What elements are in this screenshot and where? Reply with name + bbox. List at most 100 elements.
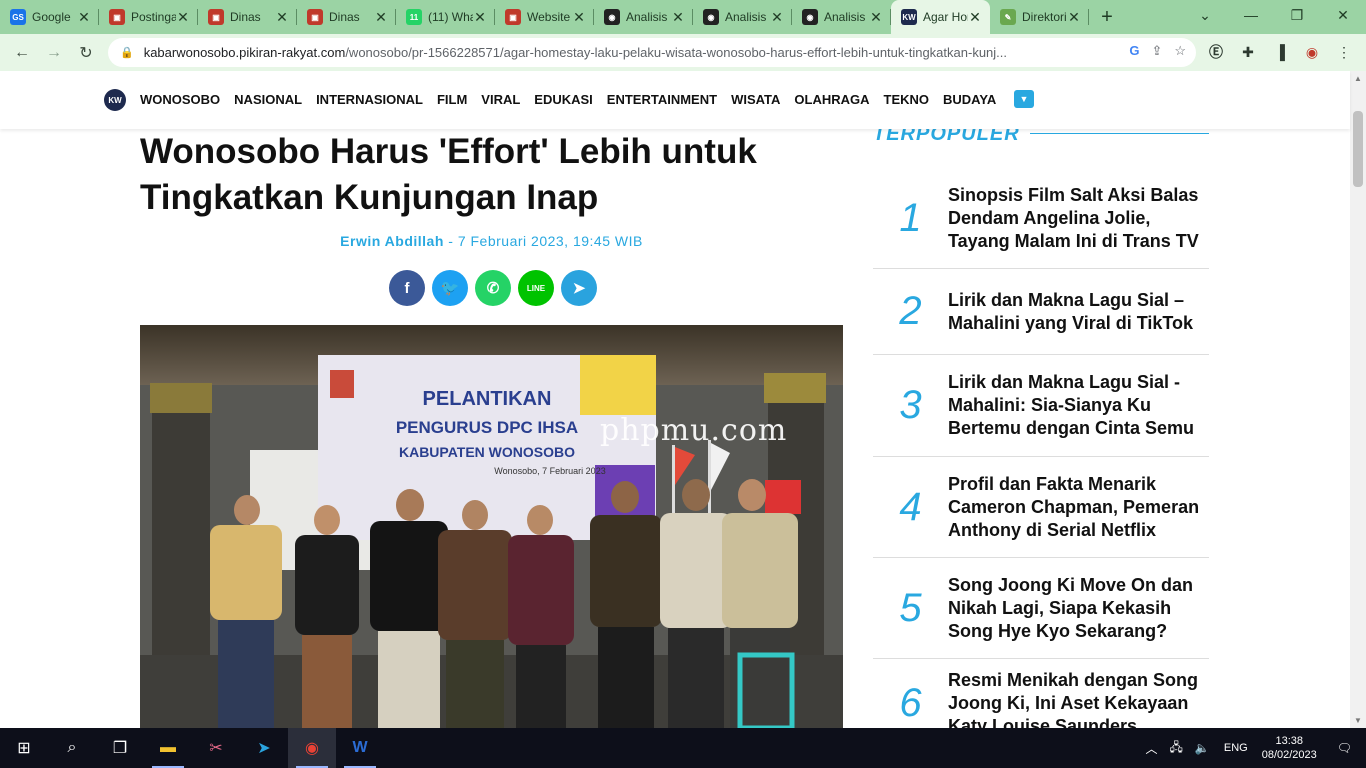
tab-close-icon[interactable]: ✕ <box>1067 9 1081 26</box>
language-indicator[interactable]: ENG <box>1224 742 1248 754</box>
restore-button[interactable]: ❐ <box>1274 0 1320 30</box>
nav-item[interactable]: WISATA <box>731 92 780 107</box>
tab-title: Google <box>32 10 71 24</box>
site-logo[interactable]: KW <box>104 89 126 111</box>
browser-tab[interactable]: 11 (11) WhatsApp✕ <box>396 0 495 34</box>
banner-date: Wonosobo, 7 Februari 2023 <box>494 466 605 476</box>
browser-tab[interactable]: ◉ Analisis ✕ <box>693 0 792 34</box>
url-host: kabarwonosobo.pikiran-rakyat.com <box>143 45 346 60</box>
browser-tab[interactable]: ◉ Analisis ✕ <box>594 0 693 34</box>
snipping-tool-icon[interactable]: ✂ <box>192 728 240 768</box>
nav-item[interactable]: VIRAL <box>481 92 520 107</box>
browser-tab[interactable]: ✎ Direktori ✕ <box>990 0 1089 34</box>
new-tab-button[interactable]: + <box>1089 0 1125 34</box>
task-view-icon[interactable]: ❐ <box>96 728 144 768</box>
nav-item[interactable]: INTERNASIONAL <box>316 92 423 107</box>
scrollbar-thumb[interactable] <box>1353 111 1363 187</box>
nav-item[interactable]: FILM <box>437 92 467 107</box>
tab-close-icon[interactable]: ✕ <box>572 9 586 26</box>
extensions-puzzle-icon[interactable]: ✚ <box>1236 37 1260 67</box>
scroll-down-icon[interactable]: ▼ <box>1354 716 1362 725</box>
bookmark-star-icon[interactable]: ☆ <box>1174 43 1186 59</box>
reload-button[interactable]: ↻ <box>70 37 102 69</box>
tab-title: (11) WhatsApp <box>428 10 473 24</box>
popular-title-link[interactable]: Profil dan Fakta Menarik Cameron Chapman… <box>948 473 1209 542</box>
page-scrollbar[interactable]: ▲ ▼ <box>1350 71 1366 728</box>
search-icon[interactable]: ⌕ <box>48 728 96 768</box>
popular-item[interactable]: 4 Profil dan Fakta Menarik Cameron Chapma… <box>873 457 1209 558</box>
popular-item[interactable]: 6 Resmi Menikah dengan Song Joong Ki, Ini… <box>873 659 1209 728</box>
browser-tab[interactable]: KW Agar Homestay✕ <box>891 0 990 34</box>
banner-emblem <box>330 370 354 398</box>
tab-close-icon[interactable]: ✕ <box>374 9 388 26</box>
popular-item[interactable]: 3 Lirik dan Makna Lagu Sial - Mahalini: S… <box>873 355 1209 457</box>
popular-item[interactable]: 1 Sinopsis Film Salt Aksi Balas Dendam An… <box>873 169 1209 269</box>
tab-close-icon[interactable]: ✕ <box>869 9 883 26</box>
nav-item[interactable]: NASIONAL <box>234 92 302 107</box>
telegram-share-button[interactable]: ➤ <box>561 270 597 306</box>
line-share-button[interactable]: LINE <box>518 270 554 306</box>
nav-dropdown-icon[interactable]: ▼ <box>1014 90 1034 108</box>
tray-chevron-icon[interactable]: ︿ <box>1146 740 1158 757</box>
close-window-button[interactable]: ✕ <box>1320 0 1366 30</box>
author-link[interactable]: Erwin Abdillah <box>340 233 444 249</box>
telegram-icon[interactable]: ➤ <box>240 728 288 768</box>
side-panel-icon[interactable]: ▐ <box>1268 37 1292 67</box>
chrome-icon[interactable]: ◉ <box>288 728 336 768</box>
tab-close-icon[interactable]: ✕ <box>770 9 784 26</box>
share-icon[interactable]: ⇪ <box>1151 43 1162 59</box>
browser-tab[interactable]: ▣ Postingan✕ <box>99 0 198 34</box>
file-explorer-icon[interactable]: ▬ <box>144 728 192 768</box>
browser-tab[interactable]: ▣ Website ✕ <box>495 0 594 34</box>
tab-close-icon[interactable]: ✕ <box>176 9 190 26</box>
browser-tab[interactable]: ▣ Dinas ✕ <box>198 0 297 34</box>
popular-rank: 3 <box>899 383 922 427</box>
windows-start-icon[interactable]: ⊞ <box>0 728 48 768</box>
network-icon[interactable]: 🖧 <box>1170 738 1183 759</box>
nav-item[interactable]: ENTERTAINMENT <box>607 92 717 107</box>
nav-item[interactable]: WONOSOBO <box>140 92 220 107</box>
whatsapp-icon: 11 <box>406 9 422 25</box>
nav-item[interactable]: BUDAYA <box>943 92 996 107</box>
menu-dots-icon[interactable]: ⋮ <box>1332 37 1356 67</box>
browser-tab-strip: GSGoogle✕▣Postingan✕▣Dinas✕▣Dinas✕11(11)… <box>0 0 1366 34</box>
popular-title-link[interactable]: Sinopsis Film Salt Aksi Balas Dendam Ang… <box>948 184 1209 253</box>
tab-close-icon[interactable]: ✕ <box>77 9 91 26</box>
popular-rank: 2 <box>899 289 922 333</box>
popular-item[interactable]: 2 Lirik dan Makna Lagu Sial – Mahalini ya… <box>873 269 1209 355</box>
nav-item[interactable]: EDUKASI <box>534 92 593 107</box>
popular-title-link[interactable]: Lirik dan Makna Lagu Sial - Mahalini: Si… <box>948 371 1209 440</box>
banner-line2: PENGURUS DPC IHSA <box>396 418 578 437</box>
address-bar[interactable]: 🔒 kabarwonosobo.pikiran-rakyat.com/wonos… <box>108 38 1196 67</box>
google-icon[interactable]: G <box>1129 43 1139 59</box>
extension-e-icon[interactable]: Ⓔ <box>1204 37 1228 67</box>
nav-item[interactable]: TEKNO <box>884 92 930 107</box>
popular-item[interactable]: 5 Song Joong Ki Move On dan Nikah Lagi, S… <box>873 558 1209 659</box>
notifications-icon[interactable]: 🗨 <box>1337 741 1352 755</box>
tab-search-icon[interactable]: ⌄ <box>1182 0 1228 30</box>
minimize-button[interactable]: — <box>1228 0 1274 30</box>
word-icon[interactable]: W <box>336 728 384 768</box>
lock-icon[interactable]: 🔒 <box>120 46 134 59</box>
scroll-up-icon[interactable]: ▲ <box>1354 74 1362 83</box>
site-emblem-icon: ▣ <box>505 9 521 25</box>
back-button[interactable]: ← <box>6 37 38 69</box>
facebook-share-button[interactable]: f <box>389 270 425 306</box>
whatsapp-share-button[interactable]: ✆ <box>475 270 511 306</box>
popular-title-link[interactable]: Song Joong Ki Move On dan Nikah Lagi, Si… <box>948 574 1209 643</box>
browser-tab[interactable]: ◉ Analisis ✕ <box>792 0 891 34</box>
tab-close-icon[interactable]: ✕ <box>473 9 487 26</box>
tab-close-icon[interactable]: ✕ <box>671 9 685 26</box>
popular-title-link[interactable]: Resmi Menikah dengan Song Joong Ki, Ini … <box>948 669 1209 728</box>
browser-tab[interactable]: ▣ Dinas ✕ <box>297 0 396 34</box>
nav-item[interactable]: OLAHRAGA <box>794 92 869 107</box>
tab-close-icon[interactable]: ✕ <box>275 9 289 26</box>
browser-tab[interactable]: GS Google ✕ <box>0 0 99 34</box>
volume-icon[interactable]: 🔈 <box>1195 741 1210 755</box>
profile-avatar-icon[interactable]: ◉ <box>1300 37 1324 67</box>
clock[interactable]: 13:38 08/02/2023 <box>1262 734 1317 762</box>
forward-button[interactable]: → <box>38 37 70 69</box>
tab-close-icon[interactable]: ✕ <box>968 9 982 26</box>
popular-title-link[interactable]: Lirik dan Makna Lagu Sial – Mahalini yan… <box>948 289 1209 335</box>
twitter-share-button[interactable]: 🐦 <box>432 270 468 306</box>
